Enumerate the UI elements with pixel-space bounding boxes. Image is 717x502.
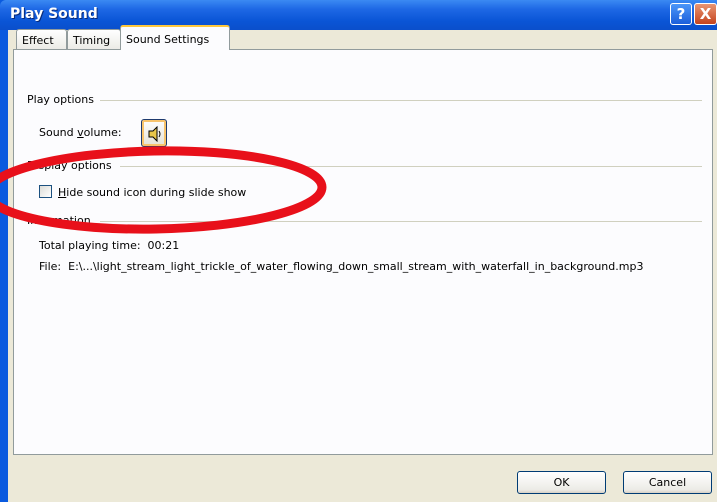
file-path: File: E:\...\light_stream_light_trickle_…	[39, 260, 644, 273]
play-sound-dialog: Play Sound ? X Effect Timing Sound Setti…	[0, 0, 717, 502]
sound-volume-label: Sound volume:	[39, 126, 122, 139]
cancel-button[interactable]: Cancel	[623, 471, 712, 494]
total-playing-time: Total playing time: 00:21	[39, 239, 180, 252]
tab-panel	[13, 49, 713, 455]
tab-timing[interactable]: Timing	[67, 29, 121, 49]
red-annotation-ellipse	[0, 146, 327, 234]
ok-button[interactable]: OK	[517, 471, 606, 494]
title-bar[interactable]: Play Sound ? X	[0, 0, 717, 30]
tab-sound-settings[interactable]: Sound Settings	[120, 25, 230, 50]
play-options-divider	[100, 100, 702, 101]
speaker-icon	[148, 126, 161, 142]
tab-effect[interactable]: Effect	[16, 29, 67, 49]
play-options-heading: Play options	[27, 93, 98, 106]
window-title: Play Sound	[10, 6, 98, 22]
close-button[interactable]: X	[694, 3, 717, 25]
help-button[interactable]: ?	[670, 3, 692, 25]
